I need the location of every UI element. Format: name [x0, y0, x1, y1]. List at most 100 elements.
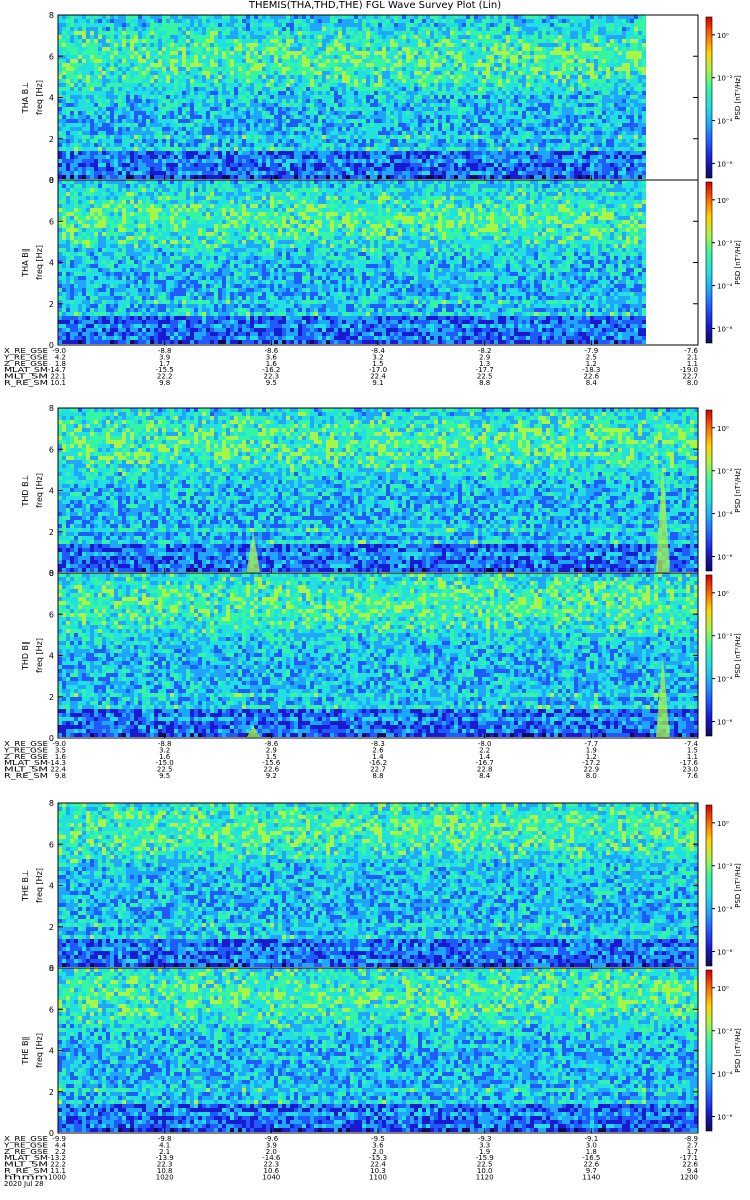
- colorbar-tick-label: 10⁻²: [717, 75, 733, 83]
- y-tick-label: 2: [49, 528, 54, 537]
- colorbar-label: PSD [nT²/Hz]: [734, 75, 742, 120]
- colorbar-scale: [706, 410, 712, 571]
- y-tick-label: 4: [49, 487, 54, 496]
- colorbar-label: PSD [nT²/Hz]: [734, 240, 742, 285]
- colorbar-tick-label: 10⁰: [717, 425, 729, 433]
- spectrogram-panel-tha-perp: 02468THA B⊥ freq [Hz]10⁰10⁻²10⁻⁴10⁻⁶PSD […: [21, 11, 742, 185]
- colorbar: 10⁰ 10⁻² 10⁻⁴ 10⁻⁶ PSD [nT²/Hz]: [706, 575, 742, 736]
- ephemeris-value: 8.0: [586, 772, 597, 780]
- colorbar-tick-label: 10⁻⁴: [717, 906, 733, 914]
- y-tick-label: 4: [49, 259, 54, 268]
- ephemeris-value: 8.8: [479, 379, 490, 387]
- colorbar-tick-label: 10⁻²: [717, 633, 733, 641]
- colorbar: 10⁰10⁻²10⁻⁴10⁻⁶PSD [nT²/Hz]: [706, 17, 742, 178]
- colorbar-tick-label: 10⁰: [717, 590, 729, 598]
- colorbar-tick-label: 10⁻²: [717, 468, 733, 476]
- colorbar-tick-label: 10⁰: [717, 32, 729, 40]
- heatmap-cells: [58, 408, 698, 572]
- y-tick-label: 8: [49, 404, 54, 413]
- colorbar-tick-label: 10⁻⁴: [717, 118, 733, 126]
- y-tick-label: 2: [49, 923, 54, 932]
- ephemeris-table-the: X_RE_GSE -9.9 -9.8 -9.6 -9.5 -9.3 -9.1 -8.9Y_RE…: [3, 1135, 699, 1188]
- colorbar-label: PSD [nT²/Hz]: [734, 468, 742, 513]
- ephemeris-value: 9.5: [266, 379, 277, 387]
- ephemeris-value: 10.1: [50, 379, 66, 387]
- ephemeris-value: 9.2: [266, 772, 277, 780]
- y-axis-label: freq [Hz]: [35, 245, 44, 280]
- y-tick-label: 2: [49, 1088, 54, 1097]
- y-tick-label: 4: [49, 882, 54, 891]
- ephemeris-table-thd: X_RE_GSE -9.0 -8.8 -8.6 -8.3 -8.0 -7.7 -7.4Y_RE…: [3, 740, 699, 780]
- date-label: 2020 Jul 28: [4, 1180, 44, 1188]
- ephemeris-value: 1000: [48, 1173, 66, 1181]
- colorbar-tick-label: 10⁻⁴: [717, 511, 733, 519]
- y-tick-label: 2: [49, 693, 54, 702]
- colorbar: 10⁰10⁻²10⁻⁴10⁻⁶PSD [nT²/Hz]: [706, 970, 742, 1131]
- ephemeris-value: 9.5: [159, 772, 170, 780]
- wave-survey-figure: 02468THA B⊥ freq [Hz]10⁰10⁻²10⁻⁴10⁻⁶PSD […: [0, 0, 750, 1200]
- colorbar-label: PSD [nT²/Hz]: [734, 1028, 742, 1073]
- y-tick-label: 8: [49, 176, 54, 185]
- colorbar-scale: [706, 575, 712, 736]
- panel-name: THE B∥: [21, 1037, 30, 1066]
- y-tick-label: 4: [49, 1047, 54, 1056]
- colorbar-scale: [706, 805, 712, 966]
- y-tick-label: 8: [49, 11, 54, 20]
- colorbar-tick-label: 10⁻⁴: [717, 1071, 733, 1079]
- colorbar-scale: [706, 17, 712, 178]
- ephemeris-value: 8.4: [479, 772, 491, 780]
- heatmap-cells: [58, 573, 698, 737]
- panel-name: THA B⊥: [21, 82, 30, 114]
- ephemeris-label: R_RE_SM: [4, 379, 48, 387]
- y-axis-label: freq [Hz]: [35, 638, 44, 673]
- colorbar: 10⁰10⁻²10⁻⁴10⁻⁶PSD [nT²/Hz]: [706, 805, 742, 966]
- y-tick-label: 6: [49, 217, 54, 226]
- colorbar-tick-label: 10⁻⁴: [717, 676, 733, 684]
- spectrogram-panel-thd-perp: 02468THD B⊥ freq [Hz]10⁰10⁻²10⁻⁴10⁻⁶PSD […: [21, 404, 742, 578]
- ephemeris-label: R_RE_SM: [4, 772, 48, 780]
- y-tick-label: 4: [49, 652, 54, 661]
- colorbar-tick-label: 10⁻⁶: [717, 719, 733, 727]
- spectrogram-panel-tha-par: 02468THA B∥ freq [Hz]10⁰10⁻²10⁻⁴10⁻⁶PSD […: [21, 176, 742, 350]
- spectrogram-panel-the-par: 02468THE B∥ freq [Hz]10⁰10⁻²10⁻⁴10⁻⁶PSD […: [21, 964, 742, 1138]
- y-tick-label: 8: [49, 569, 54, 578]
- spectrogram-panel-thd-par: 02468THD B∥ freq [Hz]10⁰10⁻²10⁻⁴10⁻⁶PSD […: [21, 569, 742, 743]
- y-tick-label: 6: [49, 840, 54, 849]
- colorbar-tick-label: 10⁰: [717, 985, 729, 993]
- y-axis-label: freq [Hz]: [35, 868, 44, 903]
- ephemeris-value: 8.8: [372, 772, 383, 780]
- y-tick-label: 2: [49, 300, 54, 309]
- y-tick-label: 6: [49, 1005, 54, 1014]
- y-axis-label: freq [Hz]: [35, 80, 44, 115]
- colorbar-tick-label: 10⁻⁴: [717, 283, 733, 291]
- ephemeris-value: 8.0: [687, 379, 698, 387]
- y-tick-label: 2: [49, 135, 54, 144]
- colorbar-label: PSD [nT²/Hz]: [734, 863, 742, 908]
- ephemeris-value: 1040: [262, 1173, 280, 1181]
- heatmap-cells: [58, 15, 646, 179]
- heatmap-cells: [58, 803, 698, 967]
- y-axis-label: freq [Hz]: [35, 473, 44, 508]
- colorbar: 10⁰10⁻²10⁻⁴10⁻⁶PSD [nT²/Hz]: [706, 182, 742, 343]
- ephemeris-value: 7.6: [687, 772, 699, 780]
- colorbar-tick-label: 10⁻⁶: [717, 554, 733, 562]
- colorbar-scale: [706, 970, 712, 1131]
- ephemeris-value: 1140: [582, 1173, 600, 1181]
- ephemeris-table-tha: X_RE_GSE -9.0 -8.8 -8.6 -8.4 -8.2 -7.9 -7.6Y_RE…: [3, 347, 699, 387]
- ephemeris-value: 8.4: [586, 379, 598, 387]
- colorbar-tick-label: 10⁻²: [717, 1028, 733, 1036]
- colorbar: 10⁰ 10⁻² 10⁻⁴ 10⁻⁶ PSD [nT²/Hz]: [706, 410, 742, 571]
- colorbar-tick-label: 10⁻⁶: [717, 326, 733, 334]
- heatmap-cells: [58, 180, 646, 344]
- colorbar-scale: [706, 182, 712, 343]
- y-tick-label: 6: [49, 52, 54, 61]
- y-tick-label: 8: [49, 799, 54, 808]
- y-tick-label: 6: [49, 610, 54, 619]
- colorbar-tick-label: 10⁻²: [717, 863, 733, 871]
- ephemeris-value: 1120: [476, 1173, 494, 1181]
- colorbar-label: PSD [nT²/Hz]: [734, 633, 742, 678]
- panel-name: THA B∥: [21, 248, 30, 277]
- colorbar-tick-label: 10⁻⁶: [717, 949, 733, 957]
- y-axis-label: freq [Hz]: [35, 1033, 44, 1068]
- y-tick-label: 6: [49, 445, 54, 454]
